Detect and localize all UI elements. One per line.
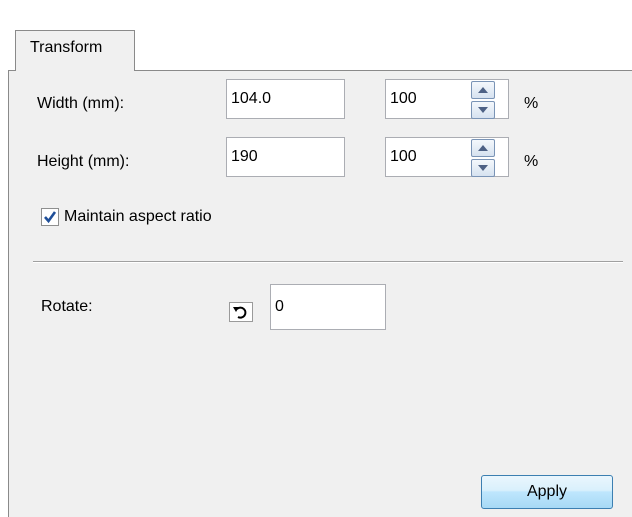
arrow-up-icon [478,87,488,93]
tab-transform-label: Transform [30,39,103,56]
height-unit-label: % [524,153,539,170]
window-top-strip [0,0,632,30]
height-label: Height (mm): [37,153,130,170]
rotate-left-icon [229,302,253,322]
width-percent-spinner[interactable] [471,81,497,121]
spin-down-button[interactable] [471,101,495,119]
width-input[interactable] [226,79,345,119]
height-percent-spinner[interactable] [471,139,497,179]
section-divider [33,261,623,263]
arrow-down-icon [478,107,488,113]
apply-button[interactable]: Apply [481,475,613,509]
arrow-down-icon [478,165,488,171]
tab-transform[interactable]: Transform [15,30,135,71]
checkmark-icon [44,211,57,224]
width-unit-label: % [524,95,539,112]
width-label: Width (mm): [37,95,125,112]
aspect-ratio-checkbox[interactable] [41,208,59,226]
aspect-ratio-label[interactable]: Maintain aspect ratio [64,208,212,226]
rotate-label: Rotate: [41,298,93,315]
arrow-up-icon [478,145,488,151]
spin-up-button[interactable] [471,139,495,157]
spin-down-button[interactable] [471,159,495,177]
rotate-input[interactable] [270,284,386,330]
spin-up-button[interactable] [471,81,495,99]
height-input[interactable] [226,137,345,177]
